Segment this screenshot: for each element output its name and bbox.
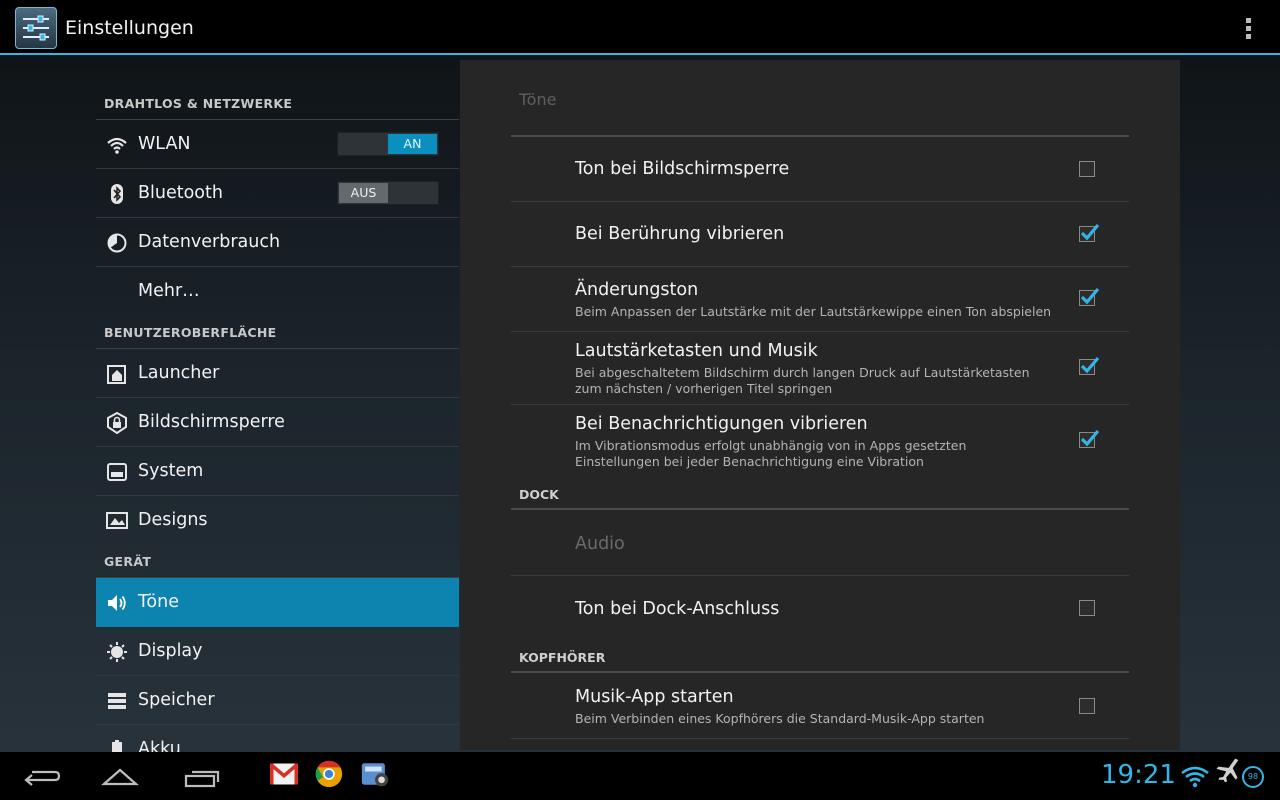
pref-title: Bei Berührung vibrieren xyxy=(575,224,785,244)
nav-section-header: GERÄT xyxy=(96,545,459,578)
sounds-settings-panel: Töne Ton bei Bildschirmsperre Bei Berühr… xyxy=(460,60,1180,750)
nav-item-wlan[interactable]: WLAN AN xyxy=(96,120,459,169)
clock[interactable]: 19:21 xyxy=(1101,760,1176,790)
launcher-icon xyxy=(107,365,126,384)
category-headphones: KOPFHÖRER xyxy=(519,650,606,665)
nav-item-label: Akku xyxy=(138,739,181,752)
chrome-icon[interactable] xyxy=(312,760,346,788)
divider xyxy=(511,575,1129,576)
nav-item-display[interactable]: Display xyxy=(96,627,459,676)
lock-icon xyxy=(107,412,127,434)
divider xyxy=(511,671,1129,673)
nav-item-label: Bluetooth xyxy=(138,183,223,203)
battery-icon xyxy=(112,740,122,752)
data-usage-icon xyxy=(107,233,127,253)
nav-item-label: Datenverbrauch xyxy=(138,232,281,252)
category-dock: DOCK xyxy=(519,487,559,502)
checkmark-icon xyxy=(1080,223,1100,241)
nav-item-storage[interactable]: Speicher xyxy=(96,676,459,725)
divider xyxy=(511,508,1129,510)
nav-section-header: BENUTZEROBERFLÄCHE xyxy=(96,316,459,349)
system-icon xyxy=(107,463,127,481)
bluetooth-toggle[interactable]: AUS xyxy=(337,181,439,205)
action-bar: Einstellungen xyxy=(0,0,1280,55)
nav-item-label: WLAN xyxy=(138,134,191,154)
pref-summary: Im Vibrationsmodus erfolgt unabhängig vo… xyxy=(575,438,967,469)
back-icon[interactable] xyxy=(22,762,62,790)
nav-item-label: Töne xyxy=(138,592,179,612)
pref-summary: Beim Verbinden eines Kopfhörers die Stan… xyxy=(575,711,985,726)
checkmark-icon xyxy=(1080,429,1100,447)
wifi-status-icon xyxy=(1181,766,1209,788)
pref-summary: Beim Anpassen der Lautstärke mit der Lau… xyxy=(575,304,1052,319)
checkbox[interactable] xyxy=(1079,287,1100,306)
panel-title: Töne xyxy=(519,90,557,109)
pref-title: Änderungston xyxy=(575,280,699,300)
nav-item-launcher[interactable]: Launcher xyxy=(96,349,459,398)
nav-item-screen-lock[interactable]: Bildschirmsperre xyxy=(96,398,459,447)
system-bar: 98 xyxy=(0,752,1280,800)
nav-item-label: Speicher xyxy=(138,690,215,710)
toggle-thumb: AN xyxy=(388,134,437,154)
nav-item-label: Launcher xyxy=(138,363,220,383)
nav-item-more[interactable]: Mehr… xyxy=(96,267,459,316)
divider xyxy=(511,331,1129,332)
checkbox[interactable] xyxy=(1079,600,1095,616)
nav-item-system[interactable]: System xyxy=(96,447,459,496)
pref-title: Bei Benachrichtigungen vibrieren xyxy=(575,414,868,434)
app-icon[interactable] xyxy=(357,760,393,788)
nav-item-label: Mehr… xyxy=(138,281,200,301)
wlan-toggle[interactable]: AN xyxy=(337,132,439,156)
checkbox[interactable] xyxy=(1079,429,1100,448)
checkbox[interactable] xyxy=(1079,356,1100,375)
nav-section-header: DRAHTLOS & NETZWERKE xyxy=(96,87,459,120)
airplane-icon xyxy=(1216,758,1239,782)
nav-item-battery[interactable]: Akku xyxy=(96,725,459,752)
nav-item-label: System xyxy=(138,461,204,481)
pref-dock-audio: Audio xyxy=(575,534,625,554)
display-icon xyxy=(107,642,127,662)
nav-item-label: Designs xyxy=(138,510,208,530)
settings-app-icon[interactable] xyxy=(15,7,57,49)
nav-item-bluetooth[interactable]: Bluetooth AUS xyxy=(96,169,459,218)
pref-title: Lautstärketasten und Musik xyxy=(575,341,818,361)
nav-item-label: Display xyxy=(138,641,203,661)
divider xyxy=(511,201,1129,202)
nav-item-data-usage[interactable]: Datenverbrauch xyxy=(96,218,459,267)
settings-nav: DRAHTLOS & NETZWERKE WLAN AN Bluetooth A… xyxy=(96,87,459,752)
nav-item-designs[interactable]: Designs xyxy=(96,496,459,545)
gmail-icon[interactable] xyxy=(267,760,301,788)
sound-icon xyxy=(108,595,126,611)
divider xyxy=(511,404,1129,405)
home-icon[interactable] xyxy=(100,762,140,790)
checkbox[interactable] xyxy=(1079,223,1100,242)
bluetooth-icon xyxy=(111,184,123,204)
designs-icon xyxy=(106,512,128,529)
pref-title: Musik-App starten xyxy=(575,687,734,707)
app-title: Einstellungen xyxy=(65,17,194,39)
pref-title: Ton bei Bildschirmsperre xyxy=(575,159,790,179)
pref-summary: Bei abgeschaltetem Bildschirm durch lang… xyxy=(575,365,1030,396)
storage-icon xyxy=(108,693,126,709)
divider xyxy=(511,266,1129,267)
checkmark-icon xyxy=(1080,356,1100,374)
recents-icon[interactable] xyxy=(182,762,222,790)
wifi-icon xyxy=(107,137,127,154)
toggle-thumb: AUS xyxy=(339,183,388,203)
battery-status-icon: 98 xyxy=(1242,766,1264,788)
nav-item-sounds[interactable]: Töne xyxy=(96,578,459,627)
checkbox[interactable] xyxy=(1079,698,1095,714)
divider xyxy=(511,738,1129,739)
checkmark-icon xyxy=(1080,287,1100,305)
checkbox[interactable] xyxy=(1079,161,1095,177)
nav-item-label: Bildschirmsperre xyxy=(138,412,285,432)
overflow-menu-icon[interactable] xyxy=(1236,14,1260,42)
pref-title: Ton bei Dock-Anschluss xyxy=(575,599,780,619)
divider xyxy=(511,135,1129,137)
